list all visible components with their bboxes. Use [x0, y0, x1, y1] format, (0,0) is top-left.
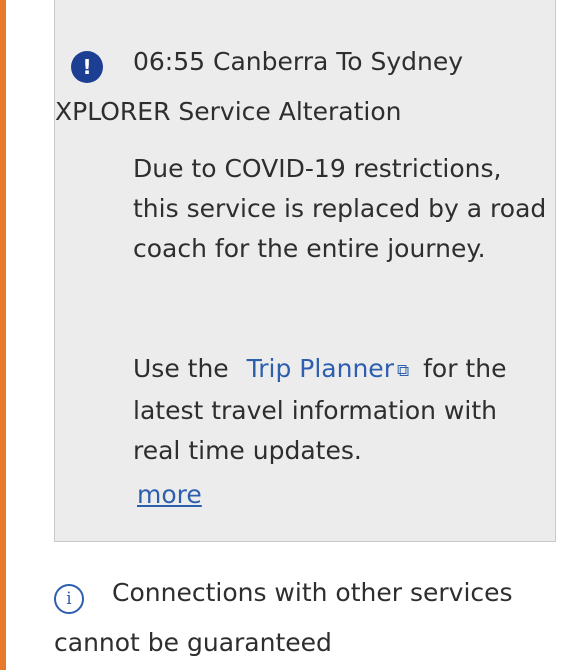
external-link-icon: ⧉: [396, 361, 410, 381]
alert-title-line1: 06:55 Canberra To Sydney: [133, 47, 464, 76]
info-icon: i: [54, 584, 84, 614]
exclamation-circle-icon: !: [71, 51, 103, 83]
service-alert-panel: ! 06:55 Canberra To Sydney XPLORER Servic…: [54, 0, 556, 542]
alert-title-line2: XPLORER Service Alteration: [55, 97, 402, 126]
connection-notice-text: Connections with other services cannot b…: [54, 578, 513, 657]
paragraph-text-before-link: Use the: [133, 354, 229, 383]
trip-planner-link[interactable]: Trip Planner: [247, 354, 394, 383]
connection-notice: i Connections with other services cannot …: [54, 568, 534, 668]
alert-paragraph-restrictions: Due to COVID-19 restrictions, this servi…: [133, 154, 547, 263]
accent-left-border: [0, 0, 6, 670]
alert-body: Due to COVID-19 restrictions, this servi…: [133, 149, 549, 515]
alert-paragraph-trip-planner: Use the Trip Planner ⧉ for the latest trav…: [133, 349, 549, 471]
alert-heading: ! 06:55 Canberra To Sydney XPLORER Servic…: [55, 37, 541, 137]
more-link[interactable]: more: [137, 475, 202, 515]
